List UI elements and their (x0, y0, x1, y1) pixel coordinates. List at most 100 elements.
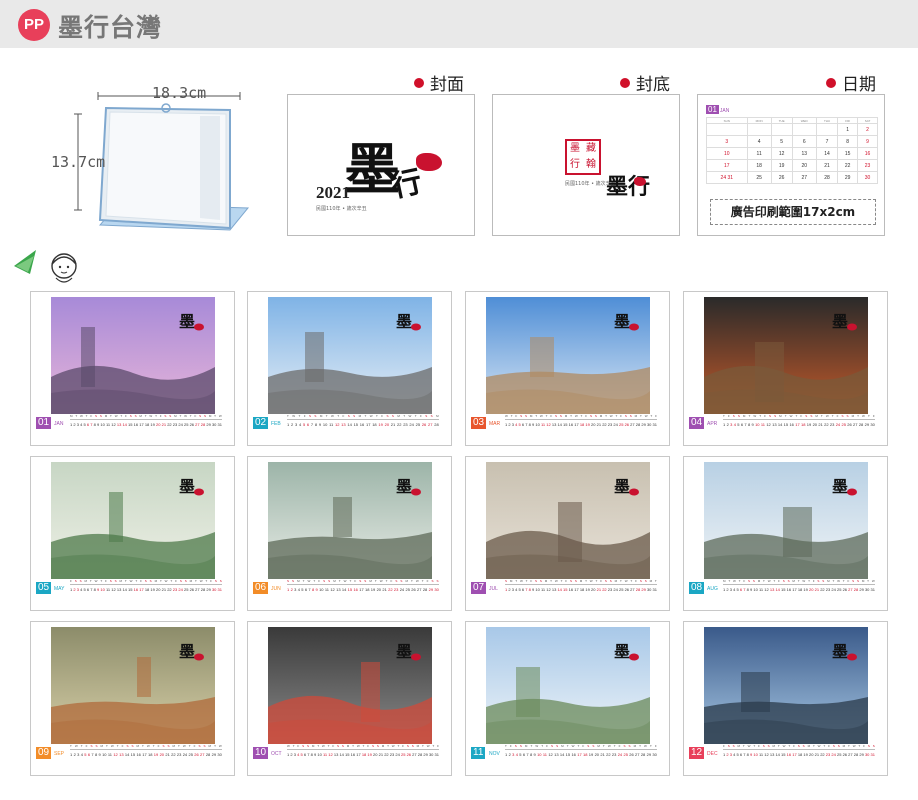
weekday-letter: F (90, 414, 93, 418)
day-numbers-row: SMTWTFSSMTWTFSSMTWTFSSMTWTFSSMT123456789… (505, 579, 657, 593)
month-card: 墨 01 JAN M T W T F S S M T W T F S S M T W T F S S M T W T F S S M T W 1 2 3… (30, 291, 235, 446)
month-number: 07 (471, 582, 487, 594)
day-number: 15 (563, 422, 568, 427)
day-number: 12 (766, 422, 771, 427)
weekday-letter: W (644, 744, 647, 748)
weekday-letter: S (574, 579, 577, 583)
day-number: 18 (144, 587, 150, 592)
day-number: 21 (390, 422, 396, 427)
weekday-letter: F (194, 414, 197, 418)
weekday-letter: W (607, 744, 611, 748)
day-number: 27 (417, 587, 422, 592)
day-number: 4 (297, 587, 300, 592)
day-number: 30 (211, 422, 217, 427)
weekday-letter: M (154, 579, 158, 583)
date-cell: 11 (746, 147, 772, 160)
day-number: 6 (306, 422, 310, 427)
day-number: 10 (755, 422, 760, 427)
day-number: 14 (339, 752, 344, 757)
day-number: 22 (384, 752, 389, 757)
day-number: 26 (421, 422, 427, 427)
weekday-letter: S (856, 579, 859, 583)
day-number: 22 (606, 752, 611, 757)
date-cell: 9 (857, 135, 878, 148)
weekday-letter: T (654, 579, 657, 583)
weekday-letter: S (309, 414, 312, 418)
weekday-letter: S (203, 744, 206, 748)
svg-text:墨: 墨 (179, 642, 195, 661)
day-number: 22 (602, 422, 607, 427)
month-number: 11 (471, 747, 486, 759)
day-number: 25 (400, 752, 406, 757)
month-date-strip: 08 AUG M T W T F S S M T W T F S S M T W T F S S M T W T F S S M T W 1 2 3 4… (689, 578, 876, 594)
weekday-letter: T (723, 414, 725, 418)
day-number: 10 (535, 587, 540, 592)
day-number: 1 (287, 587, 290, 592)
month-name: JUL (489, 586, 498, 592)
month-date-strip: 02 FEB T W T F S S M T W T F S S M T W T F S S M T W T F S S M 1 2 3 4 5 6 7… (253, 413, 440, 429)
day-number: 1 (287, 752, 290, 757)
day-number: 3 (729, 752, 732, 757)
day-number: 4 (733, 422, 736, 427)
weekday-letter: T (152, 744, 155, 748)
day-number: 8 (746, 752, 749, 757)
day-number: 13 (551, 587, 557, 592)
day-number: 13 (119, 752, 124, 757)
day-number: 12 (111, 422, 116, 427)
day-numbers-row: MTWTFSSMTWTFSSMTWTFSSMTWTFSSMTW123456789… (70, 414, 222, 428)
month-number: 03 (471, 417, 487, 429)
day-number: 13 (769, 752, 775, 757)
weekday-letter: W (426, 744, 430, 748)
date-cell: 26 (770, 171, 793, 184)
day-number: 6 (521, 422, 525, 427)
day-number: 27 (412, 752, 417, 757)
day-number: 24 (178, 587, 183, 592)
day-number: 7 (525, 422, 528, 427)
day-number: 16 (136, 752, 141, 757)
weekday-letter: M (319, 414, 323, 418)
day-number: 8 (311, 587, 315, 592)
day-number: 16 (786, 752, 792, 757)
weekday-letter: F (297, 744, 300, 748)
day-number: 19 (150, 422, 155, 427)
weekday-letter: T (421, 744, 424, 748)
month-number: 06 (253, 582, 269, 594)
day-number: 15 (128, 587, 133, 592)
day-number: 30 (211, 587, 217, 592)
weekday-letter: T (857, 414, 859, 418)
weekday-letter: W (149, 414, 153, 418)
weekday-letter: S (774, 414, 777, 418)
weekday-letter: T (545, 414, 548, 418)
weekday-letter: T (784, 414, 787, 418)
day-number: 10 (753, 587, 758, 592)
weekday-letter: W (782, 744, 786, 748)
weekday-letter: F (381, 414, 384, 418)
day-number: 18 (579, 587, 585, 592)
back-seal-stamp: 墨 藏 行 翰 (565, 139, 601, 175)
weekday-letter: S (832, 744, 835, 748)
day-number: 12 (764, 752, 769, 757)
weekday-letter: T (615, 414, 618, 418)
weekday-letter: T (374, 579, 377, 583)
day-number: 29 (864, 422, 870, 427)
weekday-letter: F (193, 744, 196, 748)
weekday-letter: T (525, 579, 528, 583)
day-number: 5 (736, 752, 739, 757)
month-number: 05 (36, 582, 52, 594)
weekday-letter: T (630, 579, 633, 583)
day-number: 21 (600, 752, 605, 757)
day-number: 6 (303, 752, 307, 757)
weekday-letter: M (779, 414, 782, 418)
weekday-letter: S (782, 579, 785, 583)
weekday-letter: W (218, 414, 222, 418)
day-number: 1 (723, 422, 726, 427)
svg-text:墨: 墨 (614, 477, 630, 496)
day-number: 24 (178, 422, 183, 427)
day-number: 5 (736, 587, 739, 592)
day-number: 24 (409, 422, 414, 427)
weekday-letter: W (74, 744, 78, 748)
weekday-letter: T (159, 579, 162, 583)
day-number: 9 (532, 422, 535, 427)
day-number: 19 (153, 752, 159, 757)
weekday-letter: T (313, 579, 316, 583)
